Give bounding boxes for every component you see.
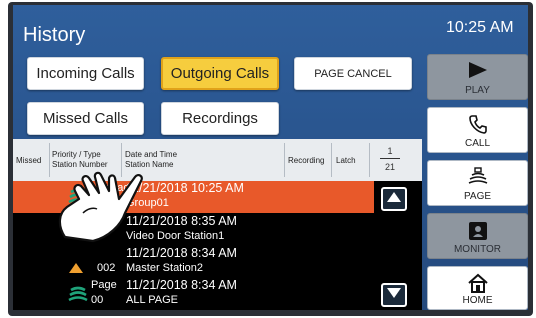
col-latch: Latch [336, 156, 356, 165]
intercom-device: History 10:25 AM Incoming Calls Outgoing… [8, 2, 533, 316]
tapping-hand-icon [53, 155, 148, 252]
page-current: 1 [387, 146, 393, 156]
history-row[interactable]: Page 00 11/21/2018 8:34 AM ALL PAGE [13, 278, 374, 310]
screen: History 10:25 AM Incoming Calls Outgoing… [13, 5, 528, 310]
col-missed: Missed [16, 156, 42, 165]
page-button[interactable]: PAGE [427, 160, 528, 206]
play-label: PLAY [465, 85, 490, 96]
side-controls: PLAY CALL PAGE MONITOR HOME [427, 48, 528, 310]
monitor-button[interactable]: MONITOR [427, 213, 528, 259]
row-datetime: 11/21/2018 8:34 AM [126, 278, 237, 292]
page-title: History [23, 24, 86, 46]
call-button[interactable]: CALL [427, 107, 528, 153]
row-number: 00 [91, 294, 104, 306]
recordings-tab[interactable]: Recordings [161, 102, 279, 135]
paging-speaker-icon [467, 167, 489, 192]
scroll-up-button[interactable] [381, 187, 407, 211]
page-cancel-button[interactable]: PAGE CANCEL [294, 57, 412, 90]
paging-speaker-icon [68, 284, 88, 309]
page-label: PAGE [463, 191, 492, 202]
play-icon [467, 61, 489, 82]
scroll-down-button[interactable] [381, 283, 407, 307]
row-station-name: ALL PAGE [126, 294, 178, 306]
monitor-icon [467, 220, 489, 245]
page-indicator: 1 21 [376, 141, 404, 177]
monitor-label: MONITOR [453, 244, 502, 255]
phone-icon [468, 114, 488, 137]
outgoing-calls-tab[interactable]: Outgoing Calls [161, 57, 279, 90]
incoming-calls-tab[interactable]: Incoming Calls [27, 57, 144, 90]
row-number: 002 [97, 262, 116, 274]
missed-calls-tab[interactable]: Missed Calls [27, 102, 144, 135]
home-icon [467, 273, 489, 296]
home-button[interactable]: HOME [427, 266, 528, 310]
row-station-name: Master Station2 [126, 262, 204, 274]
col-recording: Recording [288, 156, 325, 165]
clock: 10:25 AM [446, 19, 514, 36]
row-type: Page [91, 279, 117, 291]
home-label: HOME [462, 295, 493, 306]
triangle-up-icon [386, 190, 402, 208]
triangle-down-icon [386, 286, 402, 304]
page-total: 21 [384, 162, 395, 172]
call-label: CALL [464, 138, 490, 149]
bell-icon [68, 260, 84, 279]
play-button[interactable]: PLAY [427, 54, 528, 100]
